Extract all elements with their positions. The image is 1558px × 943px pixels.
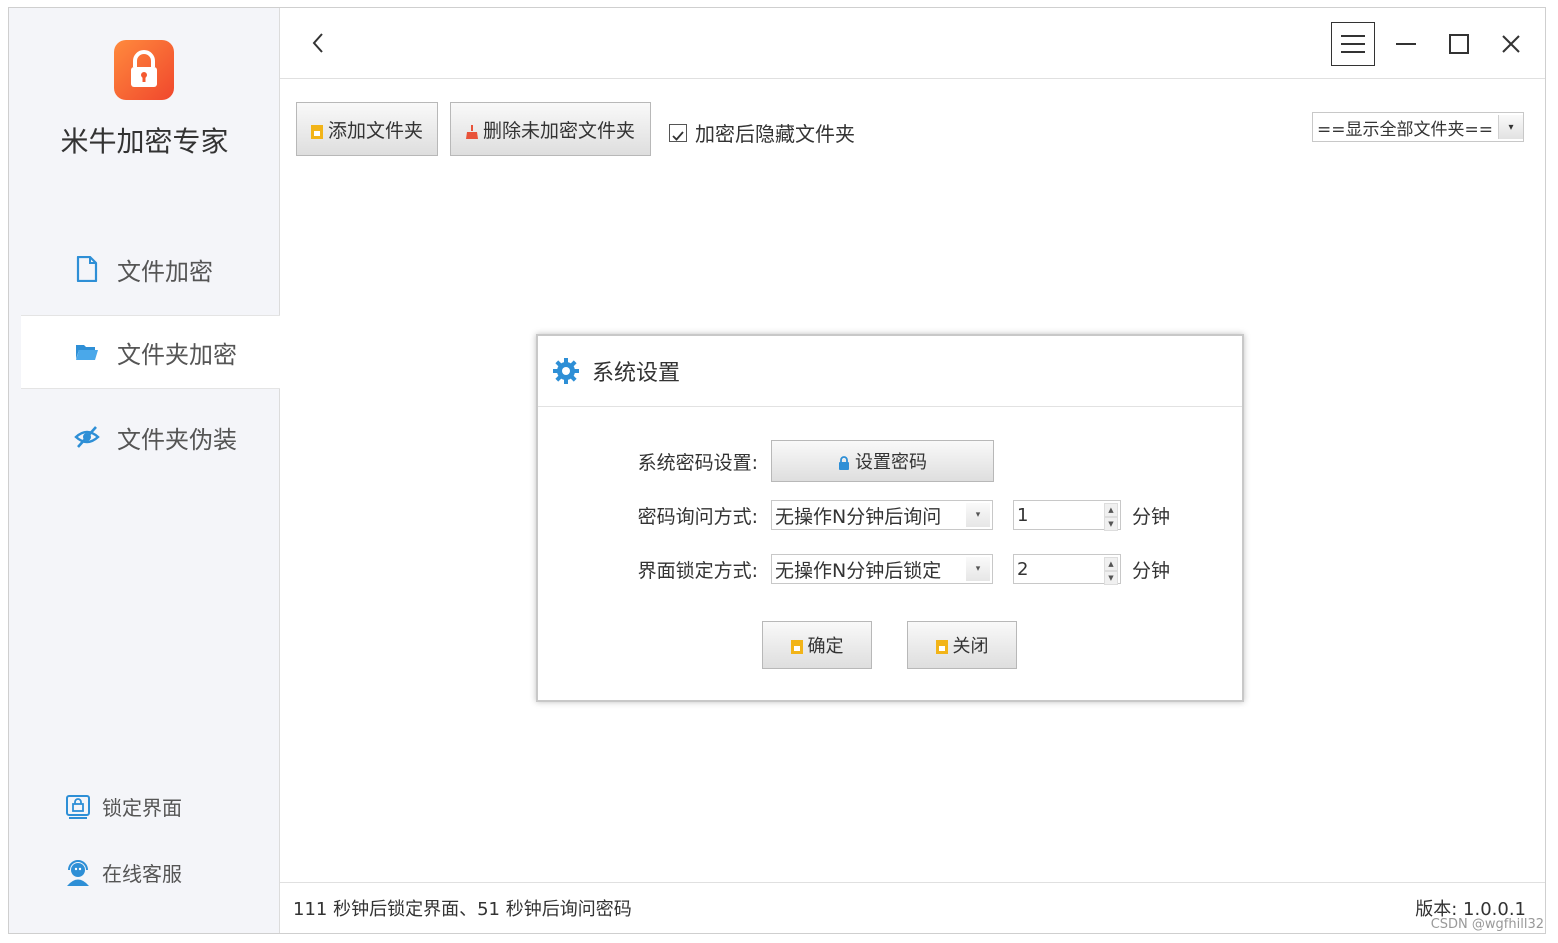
- watermark: CSDN @wgfhill32: [1430, 917, 1544, 932]
- spin-buttons: ▲ ▼: [1104, 557, 1118, 585]
- chevron-down-icon[interactable]: ▾: [966, 557, 990, 581]
- spin-up-icon[interactable]: ▲: [1104, 557, 1118, 571]
- folder-filter-select[interactable]: ==显示全部文件夹== ▾: [1312, 112, 1524, 142]
- add-folder-label: 添加文件夹: [327, 119, 423, 142]
- sidebar: 米牛加密专家 文件加密 文件夹加密 文件夹伪装 锁定界面 在线客服: [9, 8, 280, 933]
- chevron-down-icon[interactable]: ▾: [1498, 115, 1523, 139]
- support-icon: [64, 859, 92, 887]
- chevron-down-icon[interactable]: ▾: [966, 503, 990, 527]
- app-title: 米牛加密专家: [60, 125, 229, 158]
- dialog-close-button[interactable]: 关闭: [907, 621, 1017, 669]
- app-logo: [114, 40, 174, 100]
- delete-unencrypted-button[interactable]: 删除未加密文件夹: [450, 102, 651, 156]
- ask-mode-label: 密码询问方式:: [637, 506, 758, 528]
- dialog-title: 系统设置: [592, 361, 681, 386]
- hide-after-encrypt-label: 加密后隐藏文件夹: [695, 122, 855, 146]
- ok-button[interactable]: 确定: [762, 621, 872, 669]
- maximize-button[interactable]: [1437, 22, 1481, 66]
- lock-screen-label: 锁定界面: [102, 796, 182, 820]
- hide-after-encrypt-checkbox[interactable]: 加密后隐藏文件夹: [669, 118, 855, 147]
- spin-down-icon[interactable]: ▼: [1104, 517, 1118, 531]
- dialog-header: 系统设置: [538, 336, 1242, 407]
- lock-mode-value: 无操作N分钟后锁定: [775, 559, 942, 582]
- chevron-left-icon: [312, 33, 323, 53]
- system-settings-dialog: 系统设置 系统密码设置: 设置密码 密码询问方式: 无操作N分钟后询问 ▾ 1 …: [536, 334, 1244, 702]
- lock-screen-icon: [64, 793, 92, 821]
- spin-buttons: ▲ ▼: [1104, 503, 1118, 531]
- sidebar-item-label: 文件夹加密: [117, 340, 237, 369]
- minimize-button[interactable]: [1384, 22, 1428, 66]
- ok-label: 确定: [807, 636, 844, 657]
- close-dialog-icon: [935, 638, 948, 654]
- gear-icon: [553, 358, 579, 384]
- spin-down-icon[interactable]: ▼: [1104, 571, 1118, 585]
- close-icon: [1502, 35, 1520, 53]
- folder-icon: [73, 338, 101, 366]
- set-password-button[interactable]: 设置密码: [771, 440, 994, 482]
- sidebar-item-label: 文件夹伪装: [117, 425, 237, 454]
- lock-icon: [838, 454, 850, 470]
- sidebar-item-label: 文件加密: [117, 257, 213, 286]
- menu-button[interactable]: [1331, 22, 1375, 66]
- lock-logo-icon: [131, 50, 157, 87]
- sidebar-item-folder-disguise[interactable]: 文件夹伪装: [21, 400, 280, 474]
- lock-minutes-unit: 分钟: [1132, 560, 1171, 582]
- minimize-icon: [1396, 43, 1416, 45]
- ask-mode-select[interactable]: 无操作N分钟后询问 ▾: [771, 500, 993, 530]
- hamburger-icon: [1341, 35, 1365, 53]
- ask-minutes-stepper[interactable]: 1 ▲ ▼: [1013, 500, 1121, 531]
- title-bar: [280, 8, 1545, 79]
- back-button[interactable]: [306, 28, 330, 58]
- add-folder-button[interactable]: 添加文件夹: [296, 102, 438, 156]
- checkbox-box[interactable]: [669, 123, 687, 142]
- maximize-icon: [1449, 34, 1469, 54]
- status-bar: 111 秒钟后锁定界面、51 秒钟后询问密码 版本: 1.0.0.1: [280, 882, 1545, 933]
- set-password-label: 设置密码: [855, 452, 927, 473]
- ok-icon: [790, 638, 803, 654]
- status-message: 111 秒钟后锁定界面、51 秒钟后询问密码: [293, 899, 632, 920]
- online-support-label: 在线客服: [102, 862, 182, 886]
- file-icon: [73, 255, 101, 283]
- sidebar-item-file-encrypt[interactable]: 文件加密: [21, 232, 280, 306]
- dialog-close-label: 关闭: [952, 636, 989, 657]
- lock-mode-label: 界面锁定方式:: [637, 560, 758, 582]
- app-window: 米牛加密专家 文件加密 文件夹加密 文件夹伪装 锁定界面 在线客服 添加文件夹 …: [8, 7, 1546, 934]
- online-support-button[interactable]: 在线客服: [64, 858, 182, 887]
- spin-up-icon[interactable]: ▲: [1104, 503, 1118, 517]
- lock-screen-button[interactable]: 锁定界面: [64, 792, 182, 821]
- lock-minutes-value: 2: [1017, 558, 1029, 580]
- ask-mode-value: 无操作N分钟后询问: [775, 505, 942, 528]
- password-setting-label: 系统密码设置:: [637, 452, 758, 474]
- close-button[interactable]: [1489, 22, 1533, 66]
- folder-filter-value: ==显示全部文件夹==: [1317, 119, 1493, 140]
- lock-minutes-stepper[interactable]: 2 ▲ ▼: [1013, 554, 1121, 585]
- check-icon: [672, 130, 684, 141]
- broom-icon: [465, 122, 478, 139]
- eye-slash-icon: [73, 423, 101, 451]
- delete-unencrypted-label: 删除未加密文件夹: [482, 119, 635, 142]
- ask-minutes-value: 1: [1017, 504, 1029, 526]
- add-folder-icon: [310, 122, 323, 139]
- sidebar-item-folder-encrypt[interactable]: 文件夹加密: [21, 315, 280, 389]
- lock-mode-select[interactable]: 无操作N分钟后锁定 ▾: [771, 554, 993, 584]
- ask-minutes-unit: 分钟: [1132, 506, 1171, 528]
